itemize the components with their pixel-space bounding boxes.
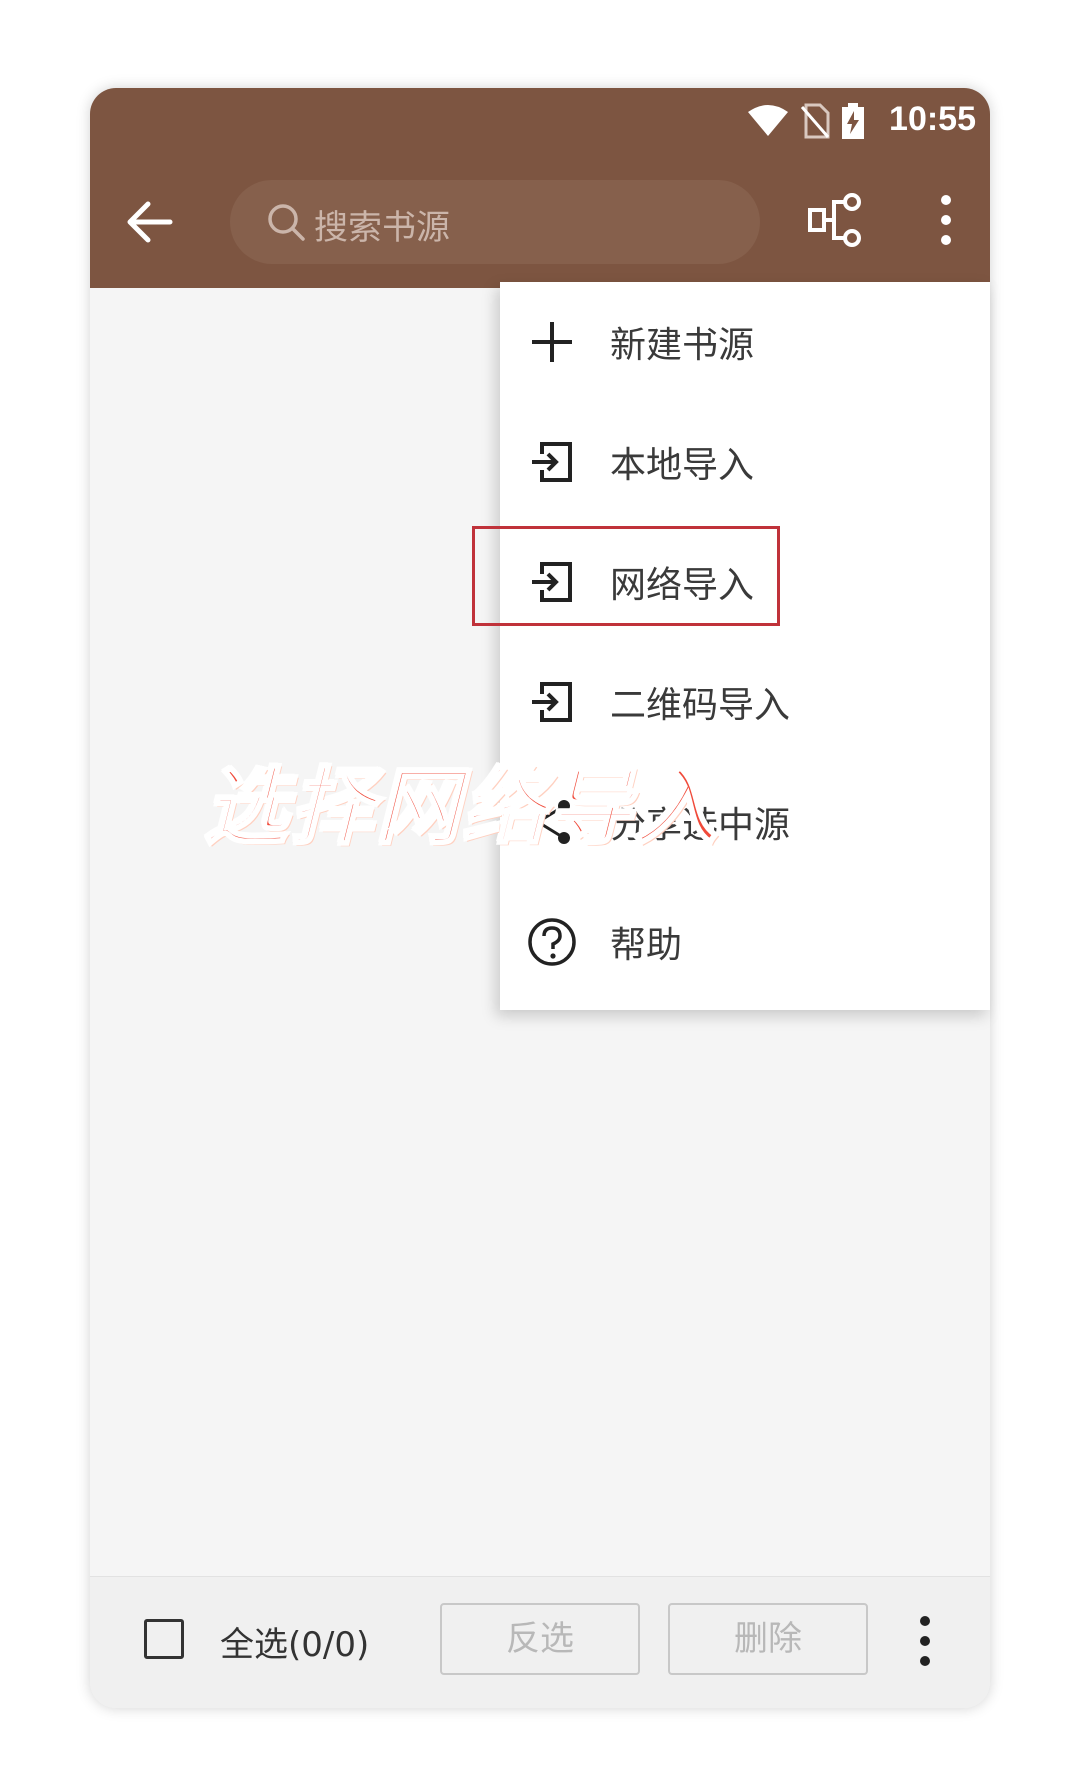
menu-item-new-source[interactable]: 新建书源 xyxy=(500,282,990,402)
menu-item-label: 新建书源 xyxy=(610,325,755,366)
select-all-label[interactable]: 全选(0/0) xyxy=(220,1617,369,1666)
import-icon xyxy=(532,682,572,722)
menu-item-label: 帮助 xyxy=(610,925,683,966)
back-arrow-icon[interactable] xyxy=(120,192,180,252)
no-sim-icon xyxy=(800,103,830,139)
invert-selection-button[interactable]: 反选 xyxy=(440,1603,640,1675)
more-vert-icon[interactable] xyxy=(910,1609,940,1673)
menu-item-help[interactable]: 帮助 xyxy=(500,882,990,1002)
search-input[interactable]: 搜索书源 xyxy=(230,180,760,264)
status-icons xyxy=(746,102,866,140)
delete-button[interactable]: 删除 xyxy=(668,1603,868,1675)
app-bar: 10:55 搜索书源 xyxy=(90,88,990,288)
search-icon xyxy=(268,204,305,241)
battery-charging-icon xyxy=(842,103,864,139)
group-filter-icon[interactable] xyxy=(804,188,868,252)
more-vert-icon[interactable] xyxy=(926,188,966,252)
highlight-box xyxy=(472,526,780,626)
menu-item-label: 二维码导入 xyxy=(610,685,791,726)
overflow-menu: 新建书源 本地导入 网络导入 二维码导入 分享选中源 帮助 xyxy=(500,282,990,1010)
menu-item-label: 本地导入 xyxy=(610,445,755,486)
menu-item-local-import[interactable]: 本地导入 xyxy=(500,402,990,522)
plus-icon xyxy=(532,322,572,362)
help-icon xyxy=(528,918,576,966)
bottom-action-bar: 全选(0/0) 反选 删除 xyxy=(90,1576,990,1708)
status-time: 10:55 xyxy=(889,100,976,138)
search-placeholder: 搜索书源 xyxy=(314,208,450,248)
annotation-text: 选择网络导入 xyxy=(202,757,721,858)
import-icon xyxy=(532,442,572,482)
wifi-icon xyxy=(748,105,788,136)
select-all-checkbox[interactable] xyxy=(144,1619,184,1659)
